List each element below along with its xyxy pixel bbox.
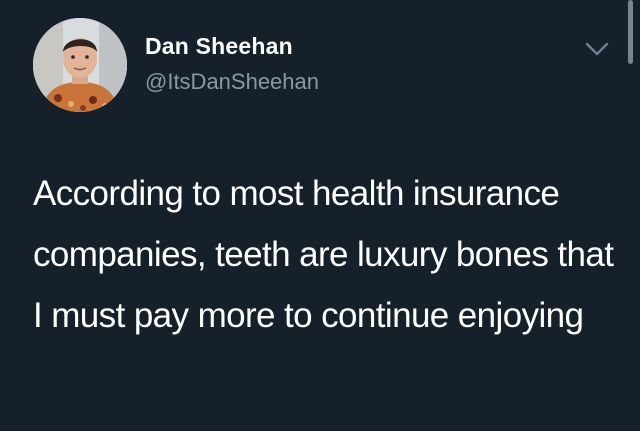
avatar[interactable] — [33, 18, 127, 112]
author-name[interactable]: Dan Sheehan — [145, 33, 293, 60]
chevron-down-icon[interactable] — [584, 40, 610, 58]
avatar-image — [33, 18, 127, 112]
scrollbar[interactable] — [628, 0, 633, 64]
tweet-text: According to most health insurance compa… — [33, 174, 614, 335]
author-handle[interactable]: @ItsDanSheehan — [145, 69, 319, 95]
